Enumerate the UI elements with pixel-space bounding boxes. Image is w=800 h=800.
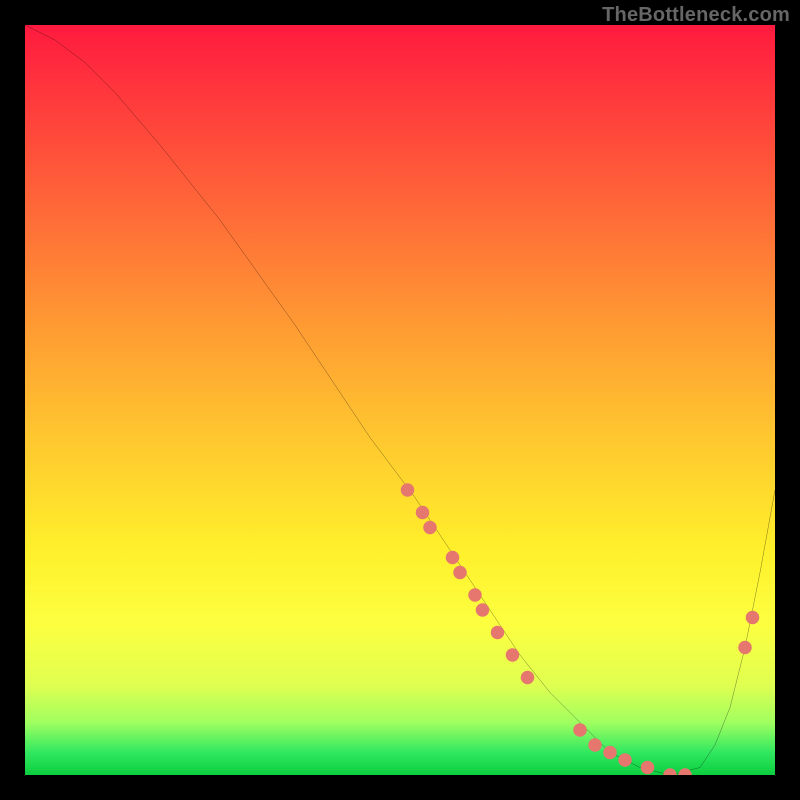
data-marker [506,648,520,662]
data-marker [573,723,587,737]
data-marker [588,738,602,752]
curve-path [25,25,775,775]
data-marker [746,611,760,625]
data-marker [491,626,504,640]
data-marker [663,768,677,775]
plot-area [25,25,775,775]
data-marker [476,603,489,617]
data-marker [678,768,692,775]
data-marker [521,671,535,685]
data-marker [446,551,459,565]
data-marker [641,761,655,775]
chart-svg [25,25,775,775]
data-marker [738,641,752,655]
data-marker [401,483,414,496]
data-marker [618,753,632,767]
chart-container: TheBottleneck.com [0,0,800,800]
data-marker [416,506,429,520]
data-marker [468,588,481,602]
watermark-text: TheBottleneck.com [602,4,790,27]
marker-group [401,483,760,775]
data-marker [603,746,617,760]
data-marker [423,521,436,535]
data-marker [453,566,466,580]
